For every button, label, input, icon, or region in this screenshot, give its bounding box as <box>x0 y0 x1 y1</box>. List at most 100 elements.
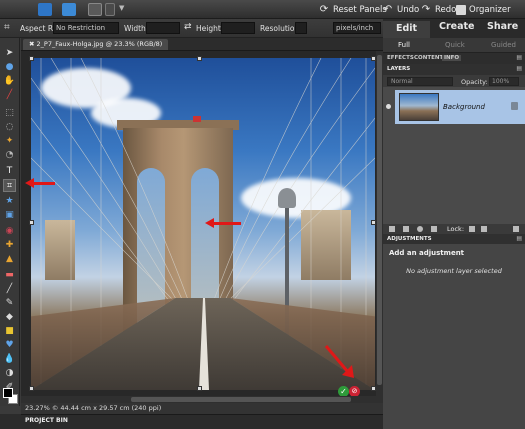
height-field[interactable] <box>221 22 255 34</box>
healing-brush-tool-icon[interactable]: ✚ <box>3 238 16 251</box>
opacity-field[interactable]: 100% <box>489 77 519 86</box>
adjustments-title: ADJUSTMENTS <box>387 236 432 242</box>
tab-effects[interactable]: EFFECTS <box>387 55 414 61</box>
adjustments-panel: Add an adjustment No adjustment layer se… <box>383 244 525 429</box>
shape-tool-icon[interactable]: ♥ <box>3 338 16 351</box>
lock-all-icon[interactable] <box>481 226 487 232</box>
edit-subtabs: Full Quick Guided <box>383 38 525 53</box>
lock-label: Lock: <box>447 225 465 233</box>
move-tool-icon[interactable]: ➤ <box>3 46 16 59</box>
crop-handle[interactable] <box>29 386 34 391</box>
photo-canvas[interactable] <box>31 58 375 390</box>
crop-handle[interactable] <box>197 386 202 391</box>
height-label: Height: <box>196 24 224 33</box>
paint-bucket-tool-icon[interactable]: ◆ <box>3 310 16 323</box>
app-menubar: ▼ ⟳ Reset Panels ↶ Undo ↷ Redo Organizer <box>0 0 525 19</box>
print-icon[interactable] <box>88 3 102 16</box>
organizer-label: Organizer <box>469 4 511 15</box>
document-tab-bar: ✖ 2_P7_Faux-Holga.jpg @ 23.3% (RGB/8) <box>21 38 383 51</box>
chevron-down-icon[interactable]: ▼ <box>119 4 126 17</box>
trash-icon[interactable] <box>513 226 519 232</box>
tab-create[interactable]: Create <box>439 21 475 32</box>
hand-tool-icon[interactable]: ✋ <box>3 74 16 87</box>
brush-tool-icon[interactable]: ╱ <box>3 282 16 295</box>
crop-handle[interactable] <box>29 56 34 61</box>
tab-share[interactable]: Share <box>487 21 518 32</box>
tab-edit[interactable]: Edit <box>383 21 430 38</box>
resolution-field[interactable] <box>295 22 307 34</box>
adjustments-menu-icon[interactable]: ▤ <box>516 235 522 242</box>
mode-bar: Edit Create Share <box>383 19 525 38</box>
marquee-tool-icon[interactable]: ⬚ <box>3 106 16 119</box>
adjustments-message: No adjustment layer selected <box>406 267 502 275</box>
redo-icon: ↷ <box>421 4 431 15</box>
width-label: Width: <box>124 24 149 33</box>
annotation-arrow-crop-handle <box>205 218 241 228</box>
crop-icon[interactable]: ⌗ <box>4 22 16 34</box>
foreground-color-swatch[interactable] <box>3 388 13 398</box>
type-tool-icon[interactable]: T <box>3 164 16 177</box>
adjustments-heading: Add an adjustment <box>389 249 465 257</box>
tab-guided[interactable]: Guided <box>491 41 516 49</box>
scroll-thumb[interactable] <box>131 397 351 402</box>
adjustment-layer-icon[interactable] <box>417 226 423 232</box>
elements-app-icon[interactable] <box>38 3 52 16</box>
layers-panel-header: LAYERS ▤ <box>383 64 525 75</box>
project-bin-gutter <box>0 414 21 429</box>
layer-controls: Normal Opacity: 100% <box>383 75 525 87</box>
blend-mode-select[interactable]: Normal <box>387 77 453 86</box>
tab-info[interactable]: INFO <box>442 55 462 61</box>
undo-button[interactable]: ↶ Undo <box>382 2 419 17</box>
mask-icon[interactable] <box>431 226 437 232</box>
blur-tool-icon[interactable]: 💧 <box>3 352 16 365</box>
reset-panels-icon: ⟳ <box>319 4 329 15</box>
scroll-thumb[interactable] <box>377 55 382 385</box>
redo-button[interactable]: ↷ Redo <box>420 2 457 17</box>
crop-handle[interactable] <box>29 220 34 225</box>
close-icon[interactable]: ✖ <box>29 40 37 48</box>
lock-transparency-icon[interactable] <box>469 226 475 232</box>
selection-brush-tool-icon[interactable]: ◔ <box>3 148 16 161</box>
red-eye-tool-icon[interactable]: ◉ <box>3 224 16 237</box>
new-layer-icon[interactable] <box>389 226 395 232</box>
layers-menu-icon[interactable]: ▤ <box>516 65 522 72</box>
eye-icon[interactable] <box>386 104 391 109</box>
sponge-tool-icon[interactable]: ◑ <box>3 366 16 379</box>
width-field[interactable] <box>146 22 180 34</box>
organizer-button[interactable]: Organizer <box>456 2 511 17</box>
status-bar: 23.27% © 44.44 cm x 29.57 cm (240 ppi) <box>21 403 383 414</box>
toolbox: ➤ ● ✋ ╱ ⬚ ◌ ✦ ◔ T ⌗ ★ ▣ ◉ ✚ ▲ ▬ ╱ ✎ ◆ ■ … <box>0 38 20 406</box>
undo-icon: ↶ <box>383 4 393 15</box>
layer-name: Background <box>443 103 485 111</box>
annotation-arrow-commit <box>324 345 354 378</box>
layout-icon[interactable] <box>105 3 115 16</box>
straighten-tool-icon[interactable]: ▣ <box>3 208 16 221</box>
magic-wand-tool-icon[interactable]: ✦ <box>3 134 16 147</box>
palette-menu-icon[interactable]: ▤ <box>516 54 522 61</box>
crop-handle[interactable] <box>197 56 202 61</box>
palette-tabs: EFFECTS CONTENT INFO ▤ <box>383 53 525 64</box>
aspect-ratio-select[interactable]: No Restriction <box>53 22 119 34</box>
lasso-tool-icon[interactable]: ◌ <box>3 120 16 133</box>
clone-stamp-tool-icon[interactable]: ▲ <box>3 252 16 265</box>
resolution-unit-select[interactable]: pixels/inch <box>333 22 381 34</box>
project-bin[interactable]: PROJECT BIN <box>21 414 383 429</box>
swap-dimensions-icon[interactable]: ⇄ <box>184 22 192 32</box>
layer-row[interactable]: Background <box>395 90 525 124</box>
gradient-tool-icon[interactable]: ■ <box>3 324 16 337</box>
document-tab[interactable]: ✖ 2_P7_Faux-Holga.jpg @ 23.3% (RGB/8) <box>23 39 169 50</box>
reset-panels-button[interactable]: ⟳ Reset Panels <box>318 2 387 17</box>
cookie-cutter-tool-icon[interactable]: ★ <box>3 194 16 207</box>
tab-content[interactable]: CONTENT <box>414 55 443 61</box>
horizontal-scrollbar[interactable] <box>21 396 383 403</box>
eraser-tool-icon[interactable]: ▬ <box>3 268 16 281</box>
tab-full[interactable]: Full <box>398 41 410 49</box>
new-group-icon[interactable] <box>403 226 409 232</box>
zoom-tool-icon[interactable]: ● <box>3 60 16 73</box>
tab-quick[interactable]: Quick <box>445 41 465 49</box>
eyedropper-tool-icon[interactable]: ╱ <box>3 88 16 101</box>
smart-brush-tool-icon[interactable]: ✎ <box>3 296 16 309</box>
vertical-scrollbar[interactable] <box>376 51 383 396</box>
save-icon[interactable] <box>62 3 76 16</box>
crop-tool-icon[interactable]: ⌗ <box>3 179 16 192</box>
